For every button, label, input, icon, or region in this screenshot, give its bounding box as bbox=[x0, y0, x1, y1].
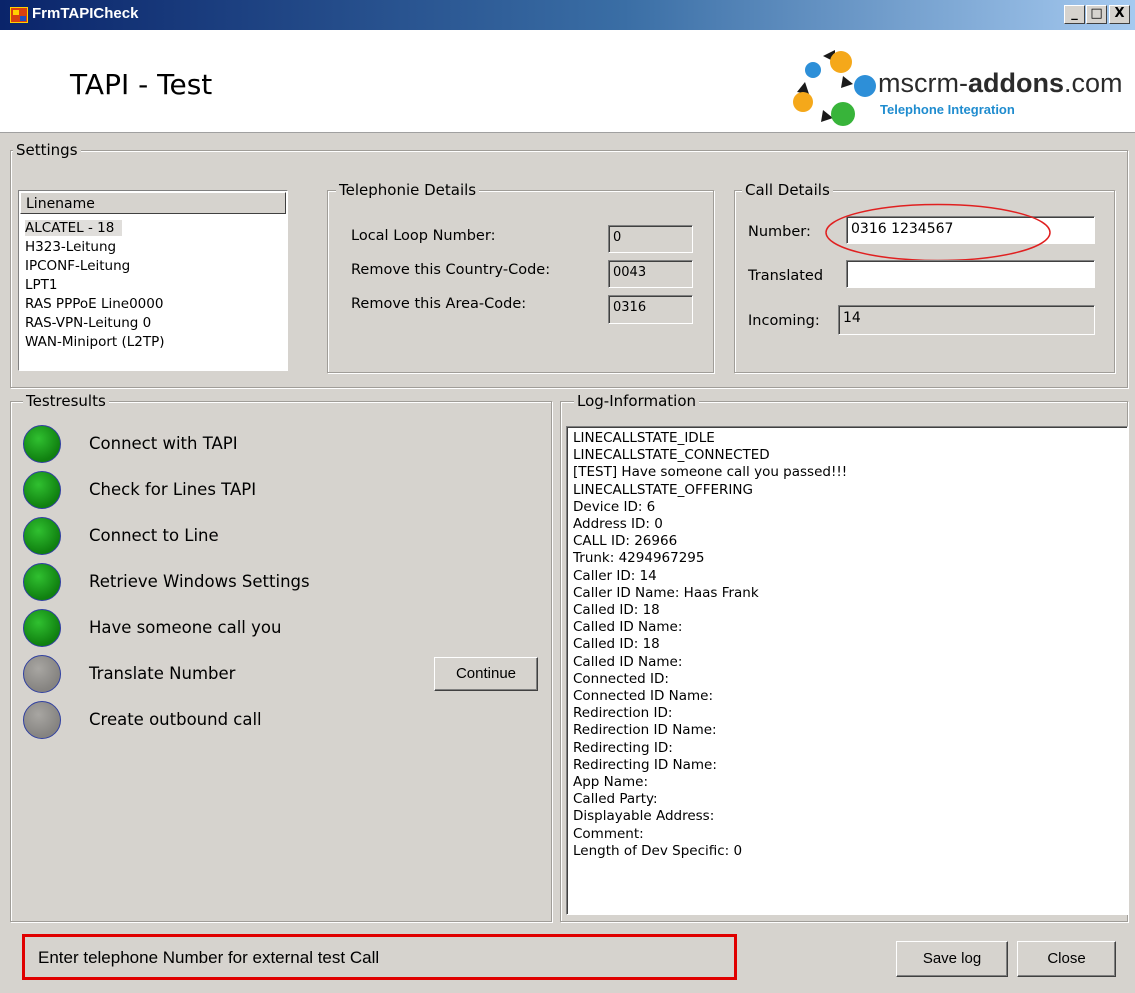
header-banner: TAPI - Test mscrm-addons.com Telephone I… bbox=[0, 30, 1135, 133]
testresults-legend: Testresults bbox=[23, 392, 109, 410]
status-light-icon bbox=[23, 471, 61, 509]
log-line: Redirecting ID Name: bbox=[573, 756, 717, 773]
log-information-legend: Log-Information bbox=[574, 392, 700, 410]
log-line: Called ID Name: bbox=[573, 619, 683, 636]
status-light-icon bbox=[23, 609, 61, 647]
log-line: Called ID: 18 bbox=[573, 602, 660, 618]
area-code-label: Remove this Area-Code: bbox=[351, 296, 527, 312]
continue-button[interactable]: Continue bbox=[434, 657, 538, 691]
save-log-button[interactable]: Save log bbox=[896, 941, 1008, 977]
test-item-label: Have someone call you bbox=[89, 618, 282, 637]
local-loop-label: Local Loop Number: bbox=[351, 228, 496, 244]
log-line: LINECALLSTATE_OFFERING bbox=[573, 481, 753, 498]
call-details-legend: Call Details bbox=[742, 181, 833, 199]
log-line: Displayable Address: bbox=[573, 808, 715, 825]
test-item-label: Connect to Line bbox=[89, 526, 219, 545]
telephonie-details-legend: Telephonie Details bbox=[336, 181, 480, 199]
page-title: TAPI - Test bbox=[70, 68, 213, 101]
log-line: Address ID: 0 bbox=[573, 516, 663, 532]
country-code-field[interactable]: 0043 bbox=[608, 260, 693, 288]
log-textbox[interactable]: LINECALLSTATE_IDLE LINECALLSTATE_CONNECTE… bbox=[566, 426, 1128, 915]
log-line: Redirection ID Name: bbox=[573, 722, 717, 739]
log-line: Redirecting ID: bbox=[573, 739, 673, 756]
status-light-icon bbox=[23, 655, 61, 693]
log-line: Device ID: 6 bbox=[573, 498, 656, 515]
log-line: Comment: bbox=[573, 825, 644, 842]
log-line: Connected ID: bbox=[573, 670, 669, 687]
log-line: Called Party: bbox=[573, 791, 658, 808]
list-item[interactable]: WAN-Miniport (L2TP) bbox=[25, 334, 165, 350]
log-line: LINECALLSTATE_IDLE bbox=[573, 430, 715, 446]
incoming-label: Incoming: bbox=[748, 313, 820, 329]
log-line: Length of Dev Specific: 0 bbox=[573, 842, 743, 859]
logo-tagline: Telephone Integration bbox=[880, 102, 1015, 117]
log-line: Called ID Name: bbox=[573, 653, 683, 670]
highlight-ellipse bbox=[825, 203, 1051, 262]
list-item[interactable]: ALCATEL - 18 bbox=[25, 220, 123, 236]
incoming-field[interactable]: 14 bbox=[838, 305, 1095, 335]
list-item[interactable]: RAS-VPN-Leitung 0 bbox=[25, 315, 151, 331]
log-line: Redirection ID: bbox=[573, 705, 673, 722]
line-listbox[interactable]: Linename ALCATEL - 18 H323-Leitung IPCON… bbox=[18, 190, 288, 371]
status-message-box: Enter telephone Number for external test… bbox=[22, 934, 737, 980]
list-item[interactable]: LPT1 bbox=[25, 277, 58, 293]
local-loop-field[interactable]: 0 bbox=[608, 225, 693, 253]
close-button[interactable]: Close bbox=[1017, 941, 1116, 977]
window-title-bar[interactable]: FrmTAPICheck _ □ X bbox=[0, 0, 1135, 30]
log-line: Connected ID Name: bbox=[573, 688, 714, 704]
translated-label: Translated bbox=[748, 268, 824, 284]
list-item[interactable]: H323-Leitung bbox=[25, 239, 116, 255]
log-line: LINECALLSTATE_CONNECTED bbox=[573, 447, 770, 464]
test-item-label: Check for Lines TAPI bbox=[89, 480, 257, 499]
logo-text: mscrm-addons.com bbox=[878, 68, 1123, 98]
logo-icon bbox=[793, 50, 876, 126]
list-item[interactable]: RAS PPPoE Line0000 bbox=[25, 296, 163, 312]
area-code-field[interactable]: 0316 bbox=[608, 295, 693, 324]
status-light-icon bbox=[23, 425, 61, 463]
maximize-button[interactable]: □ bbox=[1086, 5, 1107, 24]
test-item-label: Translate Number bbox=[89, 664, 236, 683]
test-item-label: Connect with TAPI bbox=[89, 434, 238, 453]
test-item-label: Retrieve Windows Settings bbox=[89, 572, 310, 591]
close-window-button[interactable]: X bbox=[1109, 5, 1130, 24]
log-line: CALL ID: 26966 bbox=[573, 533, 678, 550]
country-code-label: Remove this Country-Code: bbox=[351, 262, 551, 278]
log-line: [TEST] Have someone call you passed!!! bbox=[573, 464, 848, 481]
log-line: Trunk: 4294967295 bbox=[573, 550, 705, 567]
status-light-icon bbox=[23, 563, 61, 601]
log-line: App Name: bbox=[573, 774, 649, 790]
status-light-icon bbox=[23, 517, 61, 555]
minimize-button[interactable]: _ bbox=[1064, 5, 1085, 24]
log-line: Caller ID: 14 bbox=[573, 567, 657, 584]
settings-legend: Settings bbox=[13, 141, 81, 159]
status-light-icon bbox=[23, 701, 61, 739]
window-title: FrmTAPICheck bbox=[32, 5, 139, 22]
log-line: Caller ID Name: Haas Frank bbox=[573, 584, 759, 601]
linename-column-header[interactable]: Linename bbox=[20, 192, 286, 214]
log-line: Called ID: 18 bbox=[573, 636, 660, 653]
test-item-label: Create outbound call bbox=[89, 710, 262, 729]
translated-field[interactable] bbox=[846, 260, 1095, 288]
list-item[interactable]: IPCONF-Leitung bbox=[25, 258, 130, 274]
app-icon bbox=[10, 7, 28, 23]
number-label: Number: bbox=[748, 224, 811, 240]
